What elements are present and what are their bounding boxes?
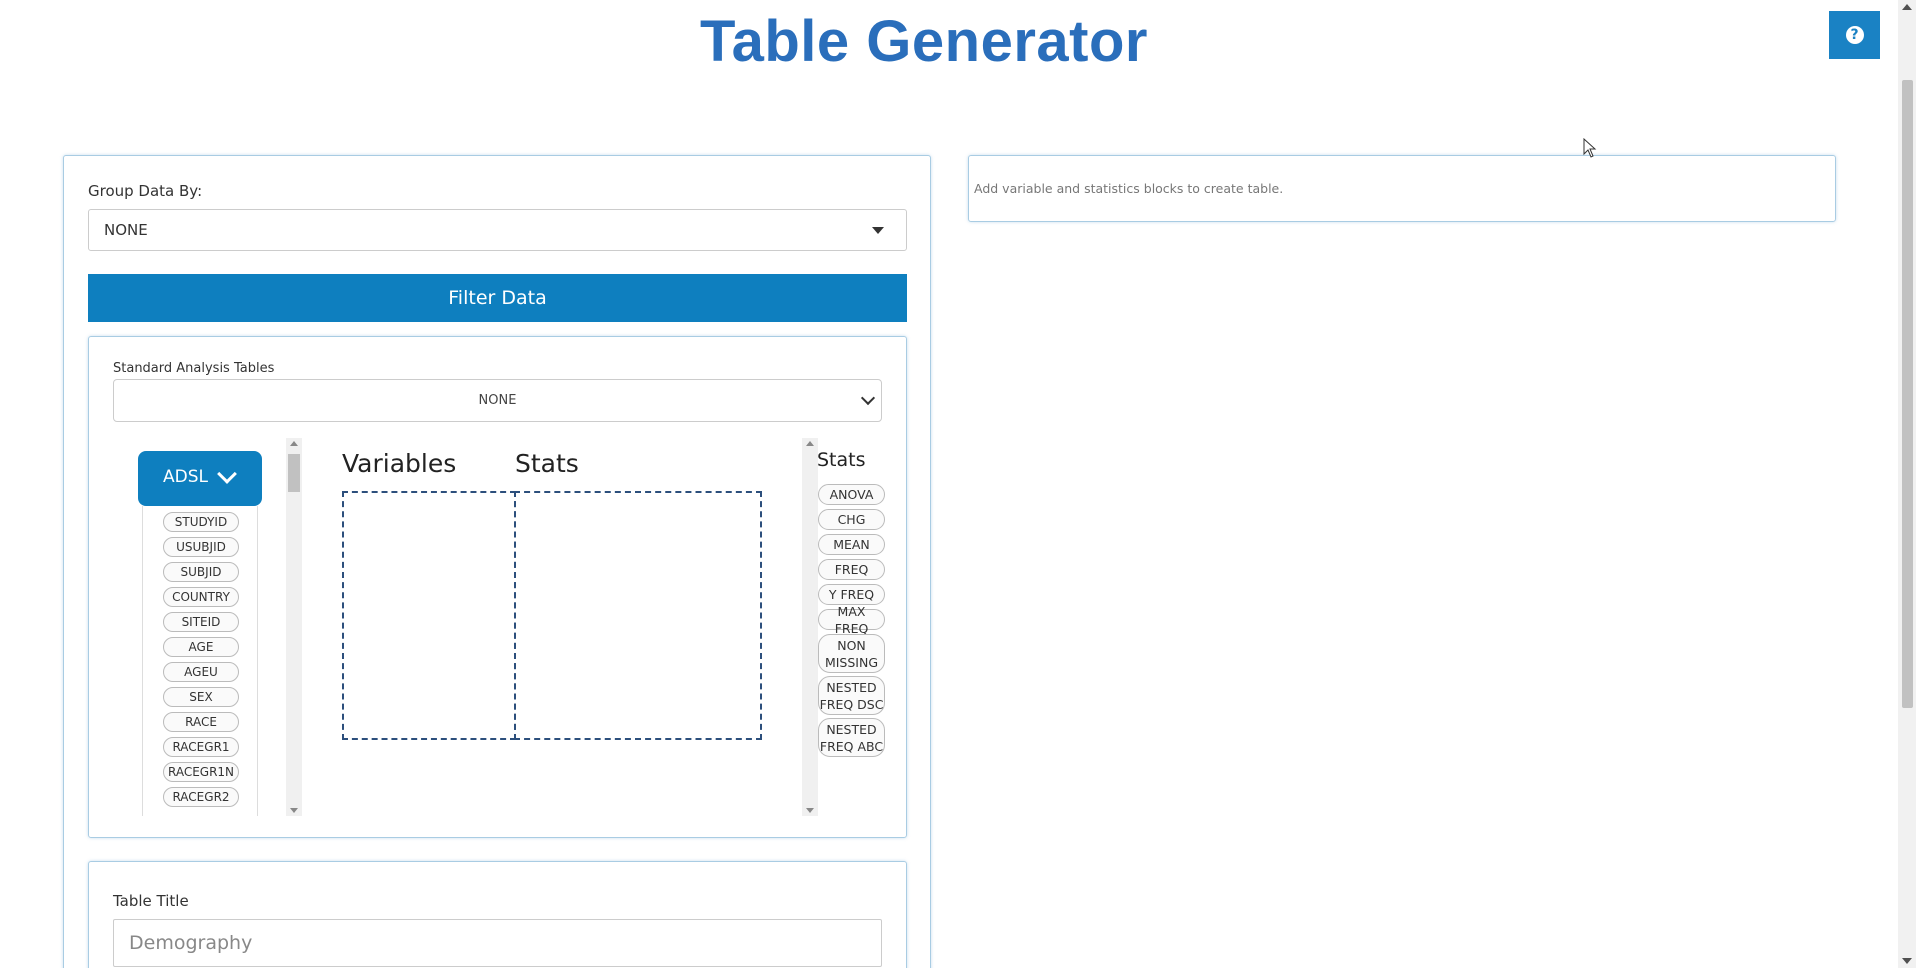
standard-analysis-tables-label: Standard Analysis Tables bbox=[113, 361, 275, 376]
help-button[interactable]: ? bbox=[1829, 11, 1880, 59]
page-scrollbar-thumb[interactable] bbox=[1902, 80, 1913, 708]
mouse-cursor-icon bbox=[1583, 138, 1597, 158]
stat-block[interactable]: CHG bbox=[818, 509, 885, 530]
stats-palette-title: Stats bbox=[817, 449, 866, 471]
page-scrollbar[interactable] bbox=[1898, 0, 1916, 968]
chevron-down-icon bbox=[217, 464, 237, 484]
variable-pill[interactable]: COUNTRY bbox=[163, 587, 239, 607]
stat-block[interactable]: NON MISSING bbox=[818, 634, 885, 673]
table-design-box: Standard Analysis Tables NONE ADSL STUDY… bbox=[88, 336, 907, 838]
stats-palette-scrollbar[interactable] bbox=[802, 438, 818, 816]
variable-pill[interactable]: STUDYID bbox=[163, 512, 239, 532]
variable-pill[interactable]: SUBJID bbox=[163, 562, 239, 582]
variable-pill[interactable]: SEX bbox=[163, 687, 239, 707]
table-title-label: Table Title bbox=[113, 892, 189, 910]
variable-list-scrollbar[interactable] bbox=[286, 438, 302, 816]
variable-pill[interactable]: RACEGR2 bbox=[163, 787, 239, 807]
page-title: Table Generator bbox=[700, 9, 1148, 74]
stats-drop-header: Stats bbox=[515, 449, 579, 478]
variable-pill[interactable]: USUBJID bbox=[163, 537, 239, 557]
variable-pill[interactable]: RACE bbox=[163, 712, 239, 732]
dataset-dropdown-adsl[interactable]: ADSL bbox=[138, 451, 262, 506]
variables-drop-header: Variables bbox=[342, 449, 457, 478]
variable-pill[interactable]: SITEID bbox=[163, 612, 239, 632]
standard-analysis-tables-value: NONE bbox=[478, 393, 517, 408]
scroll-down-arrow-icon[interactable] bbox=[806, 808, 814, 813]
stats-drop-zone[interactable] bbox=[514, 491, 762, 740]
variable-pill[interactable]: AGE bbox=[163, 637, 239, 657]
caret-down-icon bbox=[872, 227, 884, 234]
table-title-panel: Table Title bbox=[88, 861, 907, 968]
chevron-down-icon bbox=[860, 390, 876, 406]
scroll-down-arrow-icon[interactable] bbox=[290, 808, 298, 813]
group-data-by-label: Group Data By: bbox=[88, 182, 203, 200]
scroll-down-arrow-icon[interactable] bbox=[1902, 958, 1912, 964]
standard-analysis-tables-select[interactable]: NONE bbox=[113, 379, 882, 422]
table-preview-hint: Add variable and statistics blocks to cr… bbox=[974, 181, 1284, 196]
group-data-by-value: NONE bbox=[104, 221, 148, 239]
stat-block[interactable]: MEAN bbox=[818, 534, 885, 555]
group-data-by-select[interactable]: NONE bbox=[88, 209, 907, 251]
dataset-name: ADSL bbox=[163, 467, 208, 487]
stat-block[interactable]: NESTED FREQ DSC bbox=[818, 676, 885, 715]
variable-list-scrollbar-thumb[interactable] bbox=[288, 454, 300, 492]
stat-block[interactable]: MAX FREQ bbox=[818, 604, 885, 636]
filter-data-button[interactable]: Filter Data bbox=[88, 274, 907, 322]
variable-list: STUDYID USUBJID SUBJID COUNTRY SITEID AG… bbox=[142, 506, 258, 816]
variable-pill[interactable]: AGEU bbox=[163, 662, 239, 682]
variables-drop-zone[interactable] bbox=[342, 491, 516, 740]
stat-block[interactable]: ANOVA bbox=[818, 484, 885, 505]
stat-block[interactable]: NESTED FREQ ABC bbox=[818, 718, 885, 757]
scroll-up-arrow-icon[interactable] bbox=[1902, 4, 1912, 10]
scroll-up-arrow-icon[interactable] bbox=[806, 441, 814, 446]
variable-pill[interactable]: RACEGR1 bbox=[163, 737, 239, 757]
table-title-input[interactable] bbox=[113, 919, 882, 967]
variable-pill[interactable]: RACEGR1N bbox=[163, 762, 239, 782]
table-builder-panel: Group Data By: NONE Filter Data Standard… bbox=[63, 155, 931, 968]
question-circle-icon: ? bbox=[1845, 26, 1864, 44]
scroll-up-arrow-icon[interactable] bbox=[290, 441, 298, 446]
stat-block[interactable]: FREQ bbox=[818, 559, 885, 580]
table-preview-panel: Add variable and statistics blocks to cr… bbox=[968, 155, 1836, 222]
